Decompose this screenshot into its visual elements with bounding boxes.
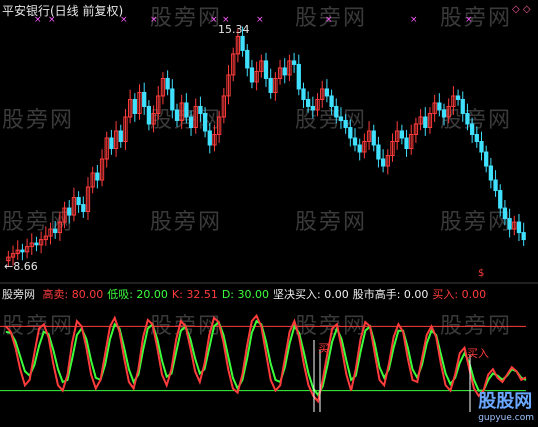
- candle-body: [268, 77, 273, 93]
- candle-body: [380, 158, 386, 167]
- candle-body: [184, 102, 189, 118]
- candle-body: [291, 60, 297, 65]
- candle-body: [67, 207, 72, 216]
- signal-marker: ×: [325, 15, 333, 25]
- candle-body: [240, 35, 245, 51]
- candle-body: [146, 105, 152, 125]
- candle-body: [521, 232, 526, 241]
- candle-body: [174, 109, 180, 121]
- candle-body: [488, 165, 494, 181]
- candle-body: [371, 130, 376, 146]
- candle-body: [348, 126, 353, 139]
- candle-body: [109, 137, 114, 150]
- candle-body: [357, 144, 362, 153]
- indicator-item: K: 32.51: [171, 288, 218, 301]
- candle-body: [404, 137, 409, 150]
- indicator-item: 高卖: 80.00: [42, 288, 104, 301]
- candle-body: [207, 130, 212, 146]
- candle-body: [507, 218, 512, 230]
- candle-body: [132, 98, 137, 114]
- candle-body: [118, 130, 123, 142]
- candle-body: [455, 95, 461, 100]
- sell-mark: $: [478, 268, 485, 279]
- signal-marker: ×: [410, 15, 418, 25]
- candle-body: [198, 105, 203, 114]
- high-price-label: 15.34: [218, 23, 250, 36]
- indicator-name: 股旁网: [2, 288, 35, 301]
- indicator-item: D: 30.00: [221, 288, 269, 301]
- candle-body: [465, 112, 470, 125]
- candle-body: [34, 242, 39, 246]
- candle-body: [352, 137, 358, 146]
- site-logo: 股股网 gupyue.com: [478, 387, 534, 423]
- candle-body: [474, 133, 479, 142]
- candle-body: [301, 88, 306, 100]
- candle-body: [498, 190, 503, 209]
- candle-body: [343, 119, 348, 128]
- candle-body: [245, 49, 250, 69]
- candle-body: [188, 116, 194, 128]
- candle-body: [516, 221, 522, 234]
- logo-main: 股股网: [478, 391, 533, 412]
- k-line: [5, 313, 527, 404]
- indicator-item: 买入: 0.00: [432, 288, 487, 301]
- candle-body: [469, 123, 475, 135]
- candle-body: [165, 77, 170, 90]
- signal-marker: ×: [150, 15, 158, 25]
- candle-body: [170, 88, 175, 111]
- candle-body: [334, 105, 339, 118]
- candle-body: [493, 179, 498, 192]
- candle-body: [20, 249, 25, 253]
- signal-marker: ×: [210, 15, 218, 25]
- chart-title: 平安银行(日线 前复权): [2, 4, 124, 18]
- candle-body: [263, 60, 269, 79]
- candle-body: [329, 95, 334, 107]
- indicator-item: 低吸: 20.00: [107, 288, 168, 301]
- candle-body: [324, 88, 330, 97]
- candle-body: [310, 105, 315, 111]
- candle-body: [95, 172, 100, 181]
- candle-body: [296, 63, 301, 90]
- buy-small-label: 买: [318, 342, 329, 355]
- candle-body: [399, 130, 404, 139]
- logo-sub: gupyue.com: [478, 413, 534, 423]
- indicator-item: 坚决买入: 0.00: [273, 288, 349, 301]
- candle-body: [202, 112, 208, 132]
- candle-body: [81, 204, 86, 213]
- candle-body: [502, 207, 508, 220]
- candle-body: [76, 197, 81, 206]
- candle-body: [376, 144, 381, 160]
- indicator-header: 股旁网 高卖: 80.00 低吸: 20.00 K: 32.51 D: 30.00 坚决…: [2, 286, 494, 302]
- candle-body: [282, 67, 287, 76]
- candle-body: [306, 98, 311, 107]
- chart-svg: × × × × × × × × × ×: [0, 15, 538, 412]
- low-price-label: ←8.66: [4, 260, 38, 273]
- candle-body: [249, 67, 255, 83]
- candle-body: [437, 102, 442, 111]
- signal-marker: ×: [256, 15, 264, 25]
- chart-stage: { "title": "平安银行(日线 前复权)", "watermark": …: [0, 0, 538, 427]
- candle-body: [53, 228, 58, 234]
- indicator-item: 股市高手: 0.00: [352, 288, 429, 301]
- candle-body: [423, 116, 428, 128]
- candle-body: [441, 109, 447, 118]
- candle-body: [460, 98, 465, 114]
- buy-big-label: 买入: [467, 347, 489, 360]
- diamond-icon: ◇ ◇: [512, 4, 531, 15]
- candle-body: [338, 116, 344, 121]
- candle-body: [484, 151, 489, 167]
- candle-body: [142, 91, 147, 107]
- signal-marker: ×: [465, 15, 473, 25]
- candle-body: [479, 140, 484, 153]
